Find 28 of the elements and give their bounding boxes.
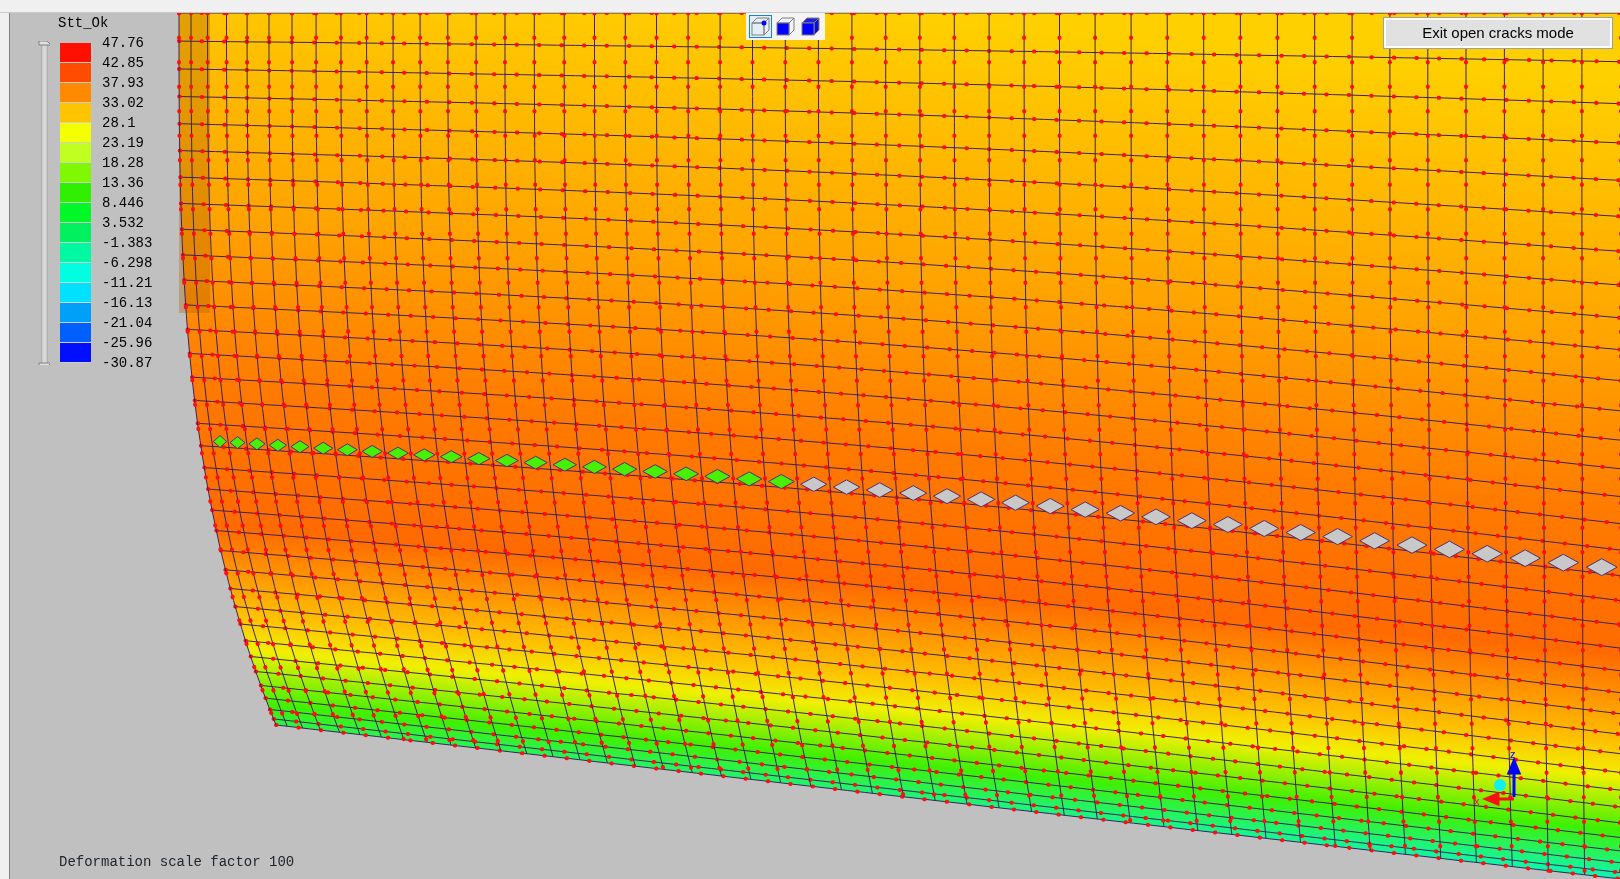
legend-value: 37.93	[102, 74, 145, 93]
cube-icon	[751, 17, 770, 36]
cube-icon	[776, 17, 795, 36]
legend-value: 47.76	[102, 34, 145, 53]
legend-value: -1.383	[102, 234, 153, 253]
legend-value: -11.21	[102, 274, 153, 293]
view-mode-button[interactable]	[774, 15, 797, 38]
legend-value: -6.298	[102, 254, 153, 273]
legend-value: 23.19	[102, 134, 145, 153]
range-slider[interactable]	[38, 41, 50, 365]
exit-mode-button[interactable]: Exit open cracks mode	[1384, 18, 1612, 48]
status-text: Deformation scale factor 100	[59, 853, 295, 872]
legend-value: -21.04	[102, 314, 153, 333]
legend-value: 42.85	[102, 54, 145, 73]
axis-triad-drawing: z x	[1470, 745, 1530, 811]
legend-value: 18.28	[102, 154, 145, 173]
view-mode-button[interactable]	[799, 15, 822, 38]
legend-value: 8.446	[102, 194, 145, 213]
legend-value: 33.02	[102, 94, 145, 113]
legend-value: 3.532	[102, 214, 145, 233]
legend-value: 28.1	[102, 114, 137, 133]
view-mode-button[interactable]	[749, 15, 772, 38]
legend-value: -25.96	[102, 334, 153, 353]
legend-title: Stt_Ok	[58, 14, 110, 33]
legend-value: -30.87	[102, 354, 153, 373]
legend-value: 13.36	[102, 174, 145, 193]
cube-icon	[801, 17, 820, 36]
legend-value: -16.13	[102, 294, 153, 313]
